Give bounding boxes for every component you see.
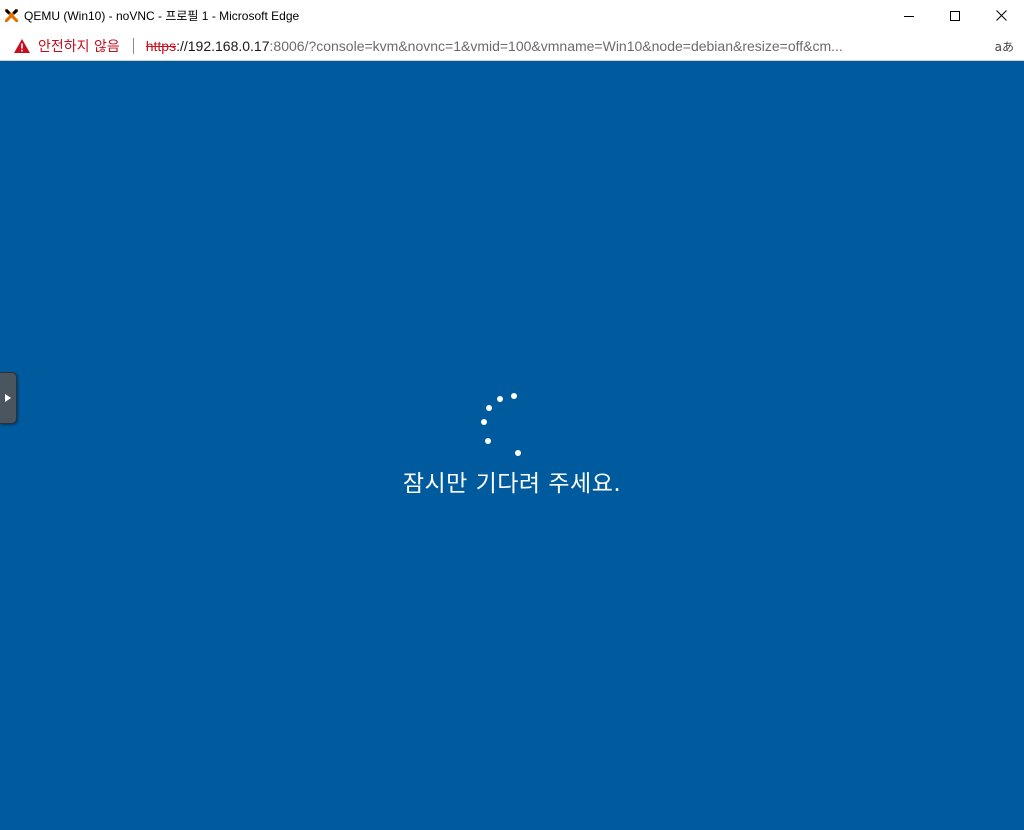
url-field[interactable]: https://192.168.0.17:8006/?console=kvm&n… xyxy=(146,38,961,54)
novnc-control-bar-handle[interactable] xyxy=(0,372,17,424)
window-controls xyxy=(886,0,1024,31)
proxmox-x-icon xyxy=(4,9,18,23)
maximize-icon xyxy=(950,10,960,21)
security-status-label[interactable]: 안전하지 않음 xyxy=(38,36,120,56)
title-bar: QEMU (Win10) - noVNC - 프로필 1 - Microsoft… xyxy=(0,0,1024,31)
warning-triangle-icon[interactable] xyxy=(13,38,31,54)
read-aloud-button[interactable]: aあ xyxy=(995,38,1014,55)
minimize-button[interactable] xyxy=(886,0,932,31)
maximize-button[interactable] xyxy=(932,0,978,31)
url-scheme: https xyxy=(145,37,177,54)
expand-arrow-icon xyxy=(5,394,11,402)
close-button[interactable] xyxy=(978,0,1024,31)
minimize-icon xyxy=(904,15,914,17)
address-divider xyxy=(132,37,134,54)
vnc-viewport[interactable]: 잠시만 기다려 주세요. xyxy=(0,62,1024,830)
please-wait-message: 잠시만 기다려 주세요. xyxy=(402,471,622,497)
close-icon xyxy=(995,10,1007,21)
url-path: :8006/?console=kvm&novnc=1&vmid=100&vmna… xyxy=(269,37,843,54)
loading-spinner-icon xyxy=(481,393,521,456)
address-bar: 안전하지 않음 https://192.168.0.17:8006/?conso… xyxy=(0,31,1024,61)
url-host: ://192.168.0.17 xyxy=(176,37,270,54)
window-title: QEMU (Win10) - noVNC - 프로필 1 - Microsoft… xyxy=(24,9,300,23)
